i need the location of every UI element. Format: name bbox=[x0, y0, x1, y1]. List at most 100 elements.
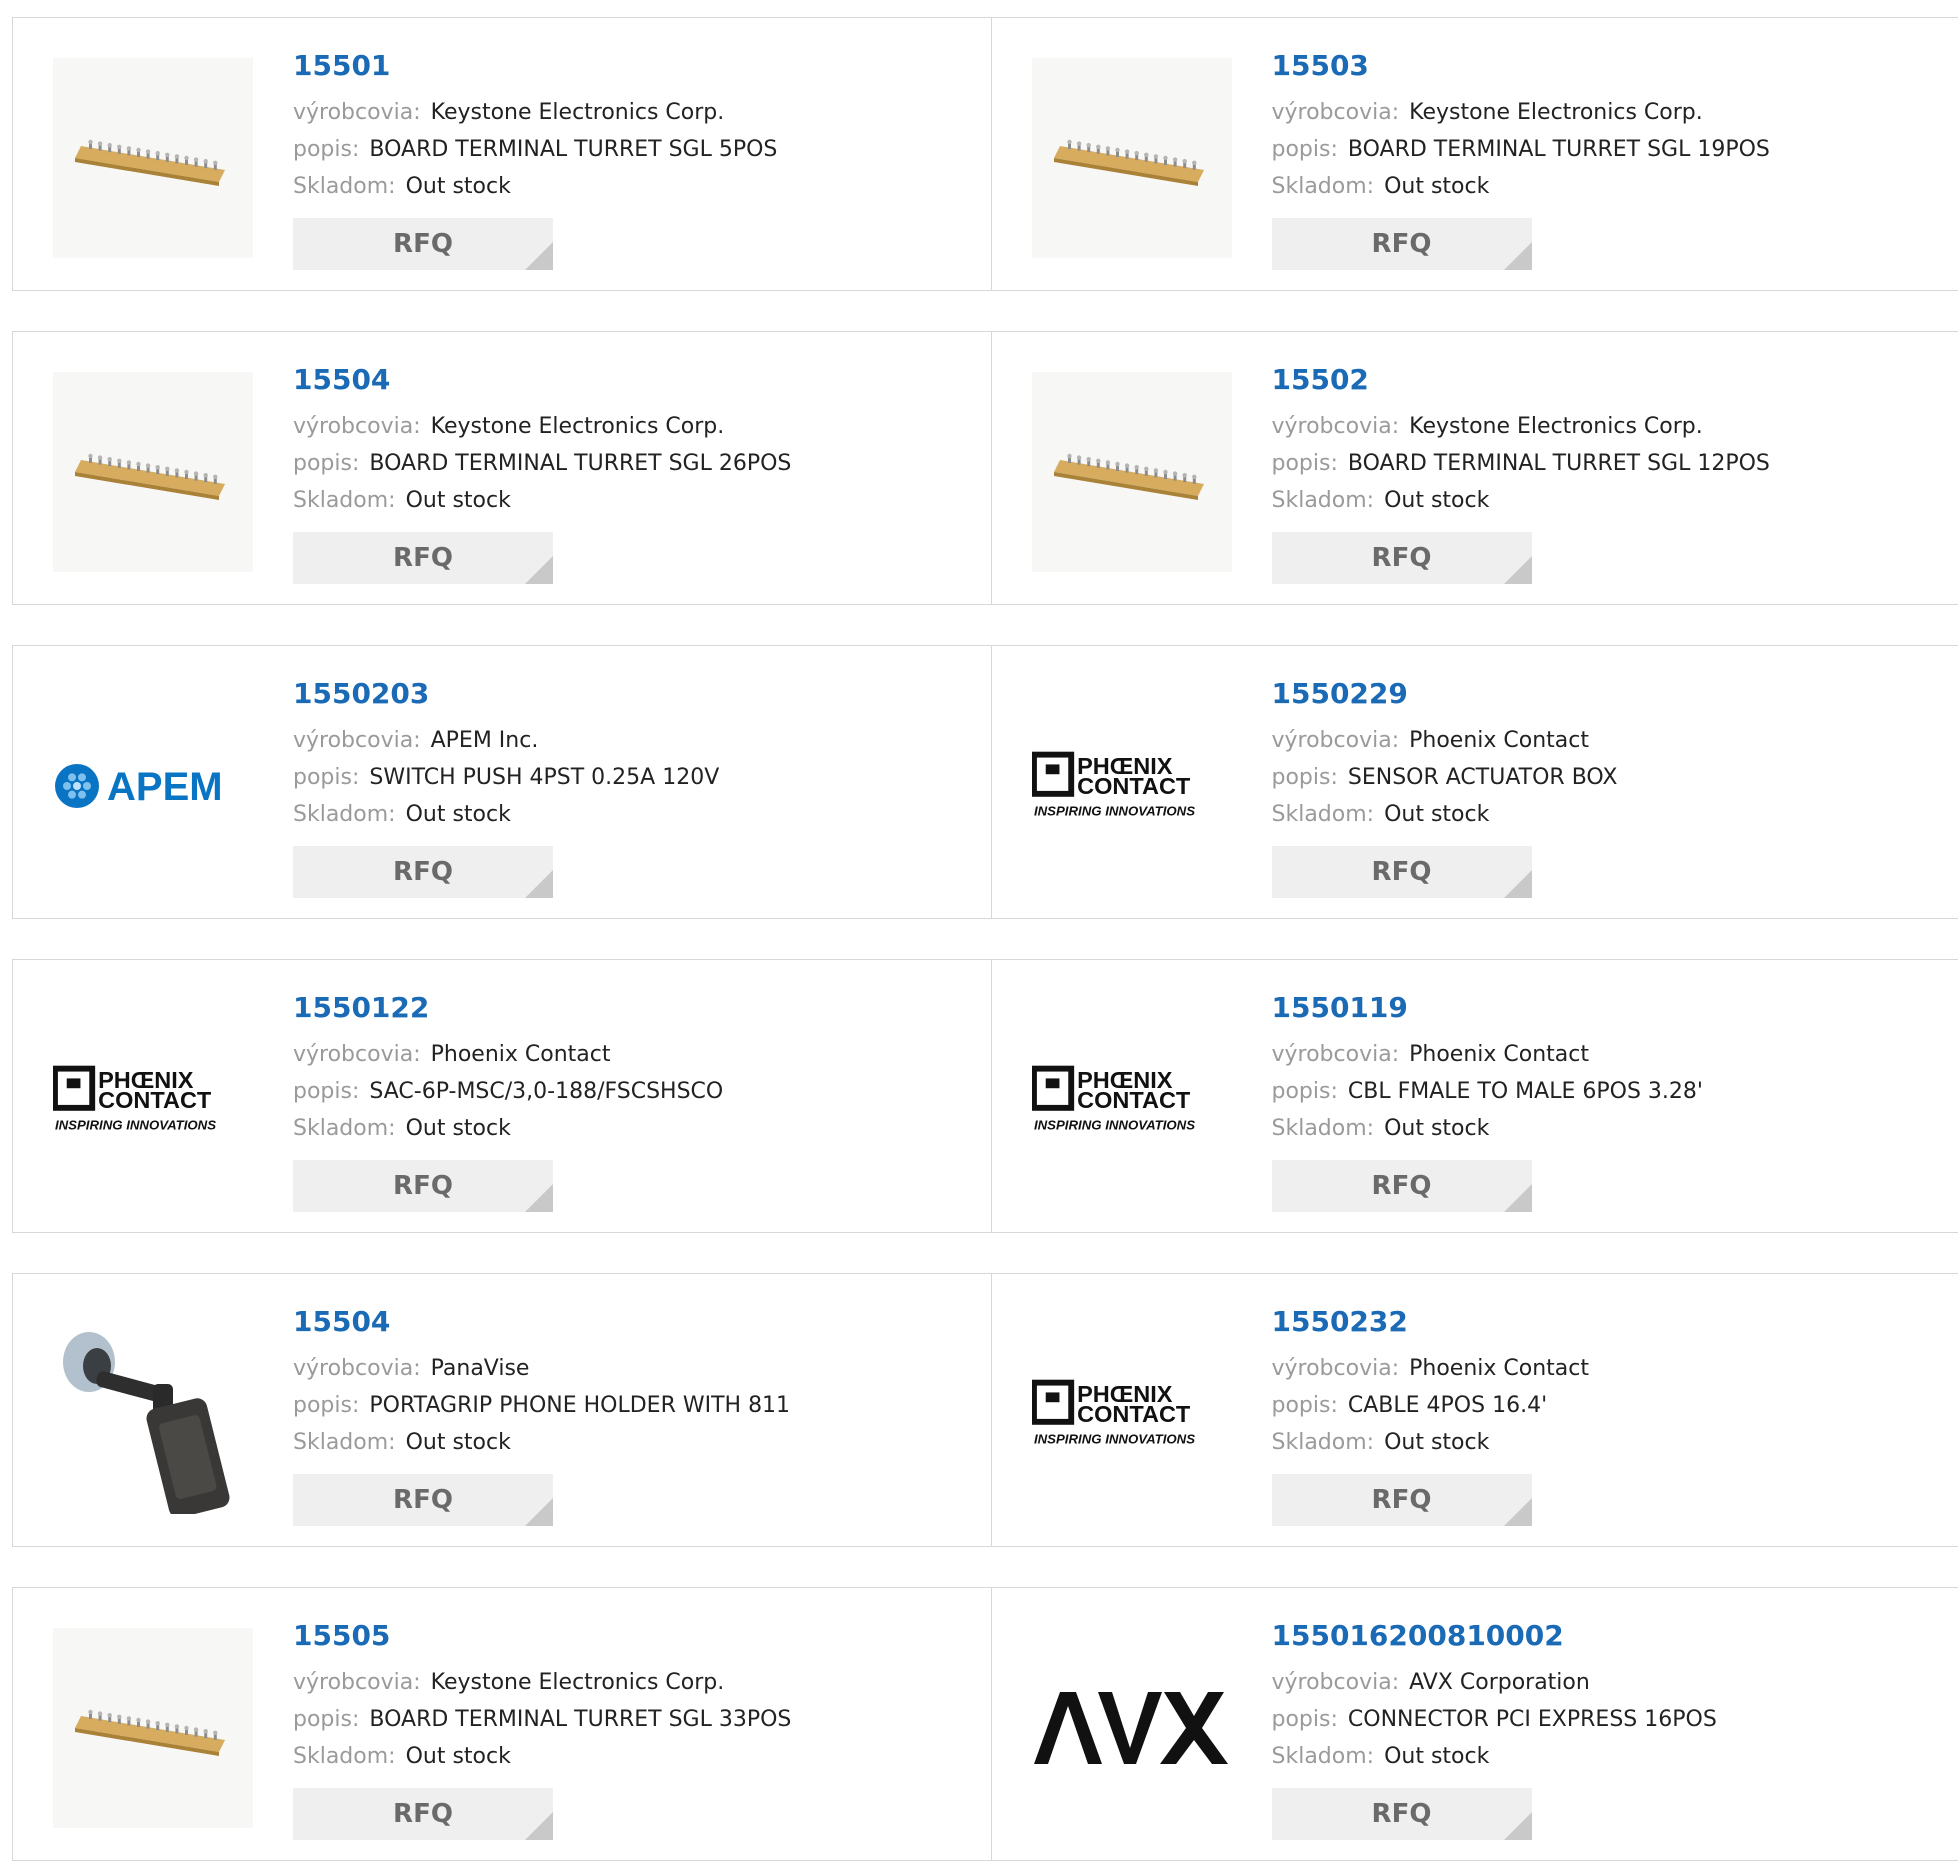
rfq-label: RFQ bbox=[393, 1171, 453, 1201]
part-number-link[interactable]: 15503 bbox=[1272, 48, 1770, 84]
manufacturer-label: výrobcovia: bbox=[1272, 100, 1400, 125]
rfq-button[interactable]: RFQ bbox=[293, 1160, 553, 1212]
svg-text:INSPIRING INNOVATIONS: INSPIRING INNOVATIONS bbox=[1033, 1431, 1194, 1446]
rfq-button[interactable]: RFQ bbox=[1272, 846, 1532, 898]
manufacturer-label: výrobcovia: bbox=[293, 1670, 421, 1695]
manufacturer-row: výrobcovia: Phoenix Contact bbox=[1272, 722, 1618, 759]
stock-row: Skladom:Out stock bbox=[293, 1738, 791, 1775]
description-label: popis: bbox=[293, 451, 359, 476]
svg-text:CONTACT: CONTACT bbox=[1077, 1087, 1191, 1113]
avx-logo: AVX bbox=[1032, 1688, 1232, 1768]
manufacturer-label: výrobcovia: bbox=[1272, 728, 1400, 753]
rfq-button[interactable]: RFQ bbox=[293, 1474, 553, 1526]
description-label: popis: bbox=[293, 1079, 359, 1104]
product-info: 15501 výrobcovia:Keystone Electronics Co… bbox=[293, 48, 777, 205]
description-label: popis: bbox=[293, 765, 359, 790]
part-number-link[interactable]: 155016200810002 bbox=[1272, 1618, 1717, 1654]
product-row: 15505 výrobcovia:Keystone Electronics Co… bbox=[12, 1587, 1958, 1861]
product-card: 15504 výrobcovia:Keystone Electronics Co… bbox=[13, 332, 991, 604]
description-row: popis: BOARD TERMINAL TURRET SGL 26POS bbox=[293, 445, 791, 482]
description-label: popis: bbox=[1272, 1707, 1338, 1732]
svg-text:INSPIRING INNOVATIONS: INSPIRING INNOVATIONS bbox=[55, 1117, 216, 1132]
product-image[interactable] bbox=[53, 372, 253, 572]
product-row: APEM 1550203 výrobcovia:APEM Inc. popis:… bbox=[12, 645, 1958, 919]
part-number-link[interactable]: 1550122 bbox=[293, 990, 723, 1026]
rfq-label: RFQ bbox=[1372, 1799, 1432, 1829]
product-info: 1550232 výrobcovia:Phoenix Contact popis… bbox=[1272, 1304, 1589, 1461]
product-image[interactable]: PHŒNIXCONTACTINSPIRING INNOVATIONS bbox=[53, 1000, 253, 1200]
rfq-label: RFQ bbox=[393, 229, 453, 259]
product-image[interactable]: AVX bbox=[1032, 1628, 1232, 1828]
stock-row: Skladom:Out stock bbox=[1272, 796, 1618, 833]
manufacturer-value: Keystone Electronics Corp. bbox=[1409, 100, 1703, 125]
part-number-link[interactable]: 15505 bbox=[293, 1618, 791, 1654]
part-number-link[interactable]: 1550203 bbox=[293, 676, 719, 712]
stock-value: Out stock bbox=[406, 1430, 511, 1455]
product-image[interactable] bbox=[53, 1628, 253, 1828]
rfq-button[interactable]: RFQ bbox=[1272, 218, 1532, 270]
stock-label: Skladom: bbox=[1272, 1430, 1375, 1455]
product-image[interactable]: PHŒNIXCONTACTINSPIRING INNOVATIONS bbox=[1032, 686, 1232, 886]
rfq-button[interactable]: RFQ bbox=[1272, 1788, 1532, 1840]
product-card: PHŒNIXCONTACTINSPIRING INNOVATIONS 15502… bbox=[991, 646, 1958, 918]
product-info: 15503 výrobcovia: Keystone Electronics Co… bbox=[1272, 48, 1770, 205]
part-number-link[interactable]: 15502 bbox=[1272, 362, 1770, 398]
product-row: 15501 výrobcovia: Keystone Electronics Co… bbox=[12, 17, 1958, 291]
product-image[interactable] bbox=[53, 58, 253, 258]
manufacturer-row: výrobcovia:Phoenix Contact bbox=[293, 1036, 723, 1073]
product-image[interactable]: APEM bbox=[53, 686, 253, 886]
button-corner-decoration bbox=[525, 242, 553, 270]
terminal-strip-icon bbox=[53, 372, 253, 572]
button-corner-decoration bbox=[1504, 242, 1532, 270]
description-value: SENSOR ACTUATOR BOX bbox=[1348, 765, 1618, 790]
rfq-button[interactable]: RFQ bbox=[293, 1788, 553, 1840]
description-value: CONNECTOR PCI EXPRESS 16POS bbox=[1348, 1707, 1717, 1732]
description-label: popis: bbox=[293, 1707, 359, 1732]
product-image[interactable] bbox=[53, 1314, 253, 1514]
part-number-link[interactable]: 1550119 bbox=[1272, 990, 1703, 1026]
button-corner-decoration bbox=[525, 870, 553, 898]
stock-value: Out stock bbox=[406, 1116, 511, 1141]
phoenix-contact-logo: PHŒNIXCONTACTINSPIRING INNOVATIONS bbox=[1032, 1064, 1232, 1136]
manufacturer-value: Phoenix Contact bbox=[1409, 728, 1589, 753]
rfq-button[interactable]: RFQ bbox=[1272, 1160, 1532, 1212]
manufacturer-label: výrobcovia: bbox=[1272, 1670, 1400, 1695]
rfq-button[interactable]: RFQ bbox=[1272, 1474, 1532, 1526]
product-image[interactable] bbox=[1032, 58, 1232, 258]
manufacturer-row: výrobcovia: AVX Corporation bbox=[1272, 1664, 1717, 1701]
part-number-link[interactable]: 15501 bbox=[293, 48, 777, 84]
product-image[interactable] bbox=[1032, 372, 1232, 572]
manufacturer-value: Keystone Electronics Corp. bbox=[431, 100, 725, 125]
product-image[interactable]: PHŒNIXCONTACTINSPIRING INNOVATIONS bbox=[1032, 1314, 1232, 1514]
manufacturer-value: AVX Corporation bbox=[1409, 1670, 1590, 1695]
part-number-link[interactable]: 1550232 bbox=[1272, 1304, 1589, 1340]
description-value: BOARD TERMINAL TURRET SGL 26POS bbox=[369, 451, 791, 476]
button-corner-decoration bbox=[1504, 556, 1532, 584]
stock-row: Skladom:Out stock bbox=[293, 796, 719, 833]
part-number-link[interactable]: 15504 bbox=[293, 362, 791, 398]
manufacturer-value: Phoenix Contact bbox=[1409, 1356, 1589, 1381]
manufacturer-label: výrobcovia: bbox=[1272, 1042, 1400, 1067]
stock-label: Skladom: bbox=[1272, 1744, 1375, 1769]
description-row: popis: CONNECTOR PCI EXPRESS 16POS bbox=[1272, 1701, 1717, 1738]
description-label: popis: bbox=[293, 1393, 359, 1418]
rfq-button[interactable]: RFQ bbox=[293, 218, 553, 270]
product-card: PHŒNIXCONTACTINSPIRING INNOVATIONS 15502… bbox=[991, 1274, 1958, 1546]
stock-label: Skladom: bbox=[293, 1116, 396, 1141]
manufacturer-row: výrobcovia:PanaVise bbox=[293, 1350, 790, 1387]
description-label: popis: bbox=[1272, 451, 1338, 476]
description-row: popis:BOARD TERMINAL TURRET SGL 33POS bbox=[293, 1701, 791, 1738]
rfq-button[interactable]: RFQ bbox=[1272, 532, 1532, 584]
part-number-link[interactable]: 15504 bbox=[293, 1304, 790, 1340]
rfq-button[interactable]: RFQ bbox=[293, 532, 553, 584]
manufacturer-row: výrobcovia:Phoenix Contact bbox=[1272, 1036, 1703, 1073]
manufacturer-row: výrobcovia: Keystone Electronics Corp. bbox=[1272, 94, 1770, 131]
part-number-link[interactable]: 1550229 bbox=[1272, 676, 1618, 712]
product-info: 1550229 výrobcovia:Phoenix Contact popis… bbox=[1272, 676, 1618, 833]
product-image[interactable]: PHŒNIXCONTACTINSPIRING INNOVATIONS bbox=[1032, 1000, 1232, 1200]
rfq-label: RFQ bbox=[393, 1799, 453, 1829]
stock-row: Skladom:Out stock bbox=[293, 1424, 790, 1461]
svg-text:APEM: APEM bbox=[107, 765, 223, 809]
description-row: popis:CABLE 4POS 16.4' bbox=[1272, 1387, 1589, 1424]
rfq-button[interactable]: RFQ bbox=[293, 846, 553, 898]
